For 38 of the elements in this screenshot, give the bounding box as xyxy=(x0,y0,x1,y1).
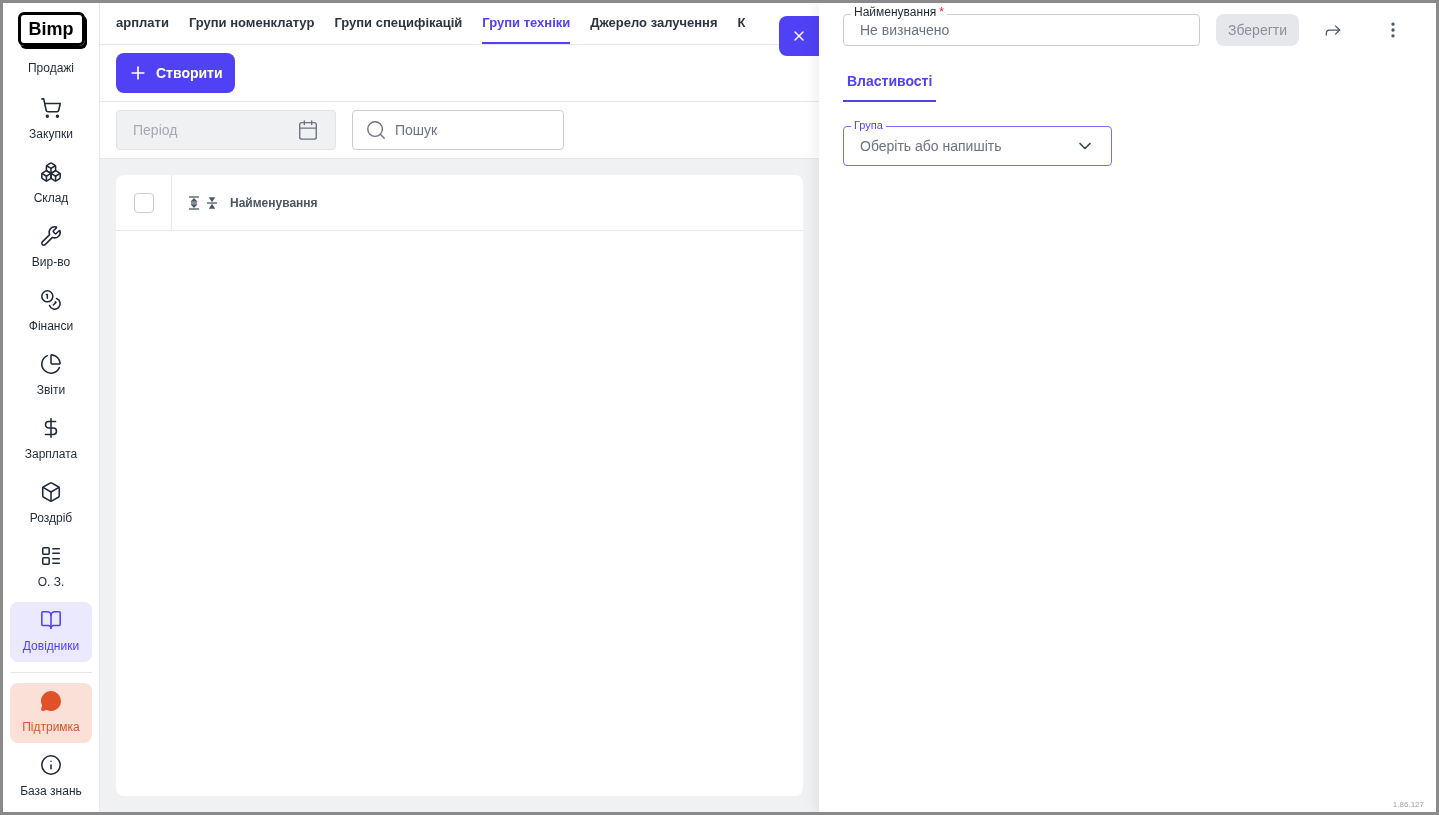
sidebar-item[interactable]: Зарплата xyxy=(10,410,92,470)
sidebar-item[interactable]: Вир-во xyxy=(10,218,92,278)
sidebar-item[interactable]: Закупки xyxy=(10,90,92,150)
tab[interactable]: Джерело залучення xyxy=(590,3,718,44)
chat-bubble-icon xyxy=(40,690,62,712)
tab[interactable]: арплати xyxy=(116,3,169,44)
version-text: 1.86.127 xyxy=(1392,799,1424,811)
sidebar-item[interactable]: Звіти xyxy=(10,346,92,406)
sidebar-item[interactable]: Продажі xyxy=(10,56,92,80)
tab[interactable]: К xyxy=(737,3,746,44)
tab[interactable]: Властивості xyxy=(843,62,937,102)
checkbox[interactable] xyxy=(133,192,154,213)
info-icon xyxy=(40,754,62,776)
cubes-icon xyxy=(40,161,62,183)
sidebar-item[interactable]: Фінанси xyxy=(10,282,92,342)
search-field[interactable]: Пошук xyxy=(352,110,564,150)
wrench-icon xyxy=(40,225,62,247)
pie-chart-icon xyxy=(40,353,62,375)
logo[interactable]: Bimp xyxy=(17,12,85,46)
expand-collapse-icon xyxy=(188,195,218,210)
field-label: Група xyxy=(851,118,886,132)
create-button[interactable]: Створити xyxy=(116,53,235,93)
sidebar-item[interactable]: База знань xyxy=(10,747,92,807)
book-icon xyxy=(40,609,62,631)
sidebar-item[interactable]: Роздріб xyxy=(10,474,92,534)
search-icon xyxy=(365,119,387,141)
cart-icon xyxy=(40,97,62,119)
coins-icon xyxy=(40,289,62,311)
sidebar-item[interactable]: О. З. xyxy=(10,538,92,598)
tab[interactable]: Групи специфікацій xyxy=(334,3,463,44)
tab[interactable]: Групи номенклатур xyxy=(188,3,315,44)
column-header[interactable]: Найменування xyxy=(230,193,318,212)
list-grid-icon xyxy=(40,545,62,567)
cube-icon xyxy=(40,481,62,503)
sidebar-item[interactable]: Склад xyxy=(10,154,92,214)
sidebar-item[interactable]: Довідники xyxy=(10,602,92,662)
close-button[interactable] xyxy=(779,16,819,56)
calendar-icon xyxy=(297,119,319,141)
